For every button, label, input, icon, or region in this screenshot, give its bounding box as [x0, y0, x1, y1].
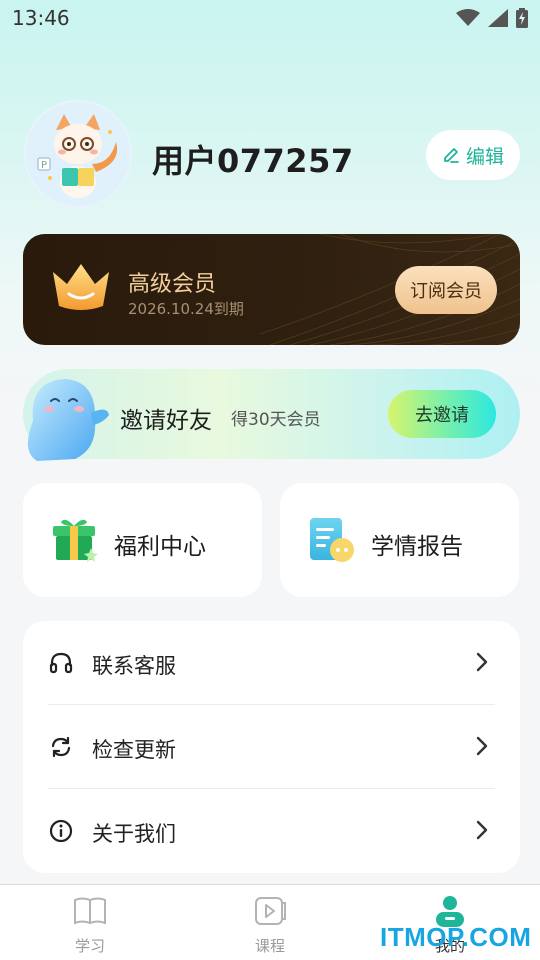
invite-title: 邀请好友: [120, 408, 212, 434]
study-report-label: 学情报告: [371, 534, 463, 560]
cell-signal-icon: [488, 9, 508, 27]
menu-item-about-us[interactable]: 关于我们: [23, 789, 520, 873]
welfare-center-tile[interactable]: 福利中心: [23, 483, 262, 597]
report-icon: [310, 518, 354, 562]
settings-menu: 联系客服 检查更新 关于我们: [23, 621, 520, 873]
invite-friends-card[interactable]: 邀请好友 得30天会员 去邀请: [23, 369, 520, 461]
wifi-icon: [456, 9, 480, 26]
chevron-right-icon: [476, 820, 488, 840]
ghost-mascot-icon: [27, 379, 109, 461]
vip-expire-date: 2026.10.24到期: [128, 300, 244, 318]
status-icons: [456, 8, 528, 28]
refresh-icon: [51, 736, 71, 758]
menu-label-check-update: 检查更新: [92, 738, 176, 762]
vip-title: 高级会员: [128, 272, 217, 297]
menu-item-check-update[interactable]: 检查更新: [23, 705, 520, 789]
invite-subtitle: 得30天会员: [231, 410, 321, 430]
video-icon: [255, 897, 286, 925]
subscribe-vip-button[interactable]: 订阅会员: [395, 266, 497, 314]
profile-header: P 用户077257 编辑: [0, 100, 540, 215]
info-icon: [49, 819, 73, 843]
go-invite-button[interactable]: 去邀请: [388, 390, 496, 438]
edit-profile-button[interactable]: 编辑: [426, 130, 520, 180]
pencil-icon: [444, 148, 459, 163]
headset-icon: [49, 652, 73, 674]
avatar[interactable]: P: [24, 100, 132, 208]
menu-item-contact-support[interactable]: 联系客服: [23, 621, 520, 705]
battery-icon: [516, 8, 528, 28]
tab-label-study: 学习: [74, 937, 105, 955]
study-report-tile[interactable]: 学情报告: [280, 483, 519, 597]
tab-courses[interactable]: 课程: [180, 885, 360, 960]
gift-icon: [53, 519, 98, 562]
watermark-text: ITMOP.COM: [380, 922, 532, 952]
svg-text:P: P: [41, 160, 47, 171]
vip-card[interactable]: 高级会员 2026.10.24到期 订阅会员: [23, 234, 520, 345]
fox-mascot-icon: P: [26, 102, 130, 206]
menu-label-contact-support: 联系客服: [92, 654, 176, 678]
crown-icon: [53, 264, 109, 310]
tab-label-courses: 课程: [254, 937, 285, 955]
welfare-center-label: 福利中心: [114, 534, 206, 560]
username: 用户077257: [152, 142, 354, 180]
status-bar: 13:46: [0, 0, 540, 36]
menu-label-about-us: 关于我们: [92, 822, 176, 846]
chevron-right-icon: [476, 736, 488, 756]
edit-label: 编辑: [465, 145, 504, 168]
book-icon: [74, 897, 106, 925]
chevron-right-icon: [476, 652, 488, 672]
status-time: 13:46: [12, 6, 70, 30]
tab-study[interactable]: 学习: [0, 885, 180, 960]
